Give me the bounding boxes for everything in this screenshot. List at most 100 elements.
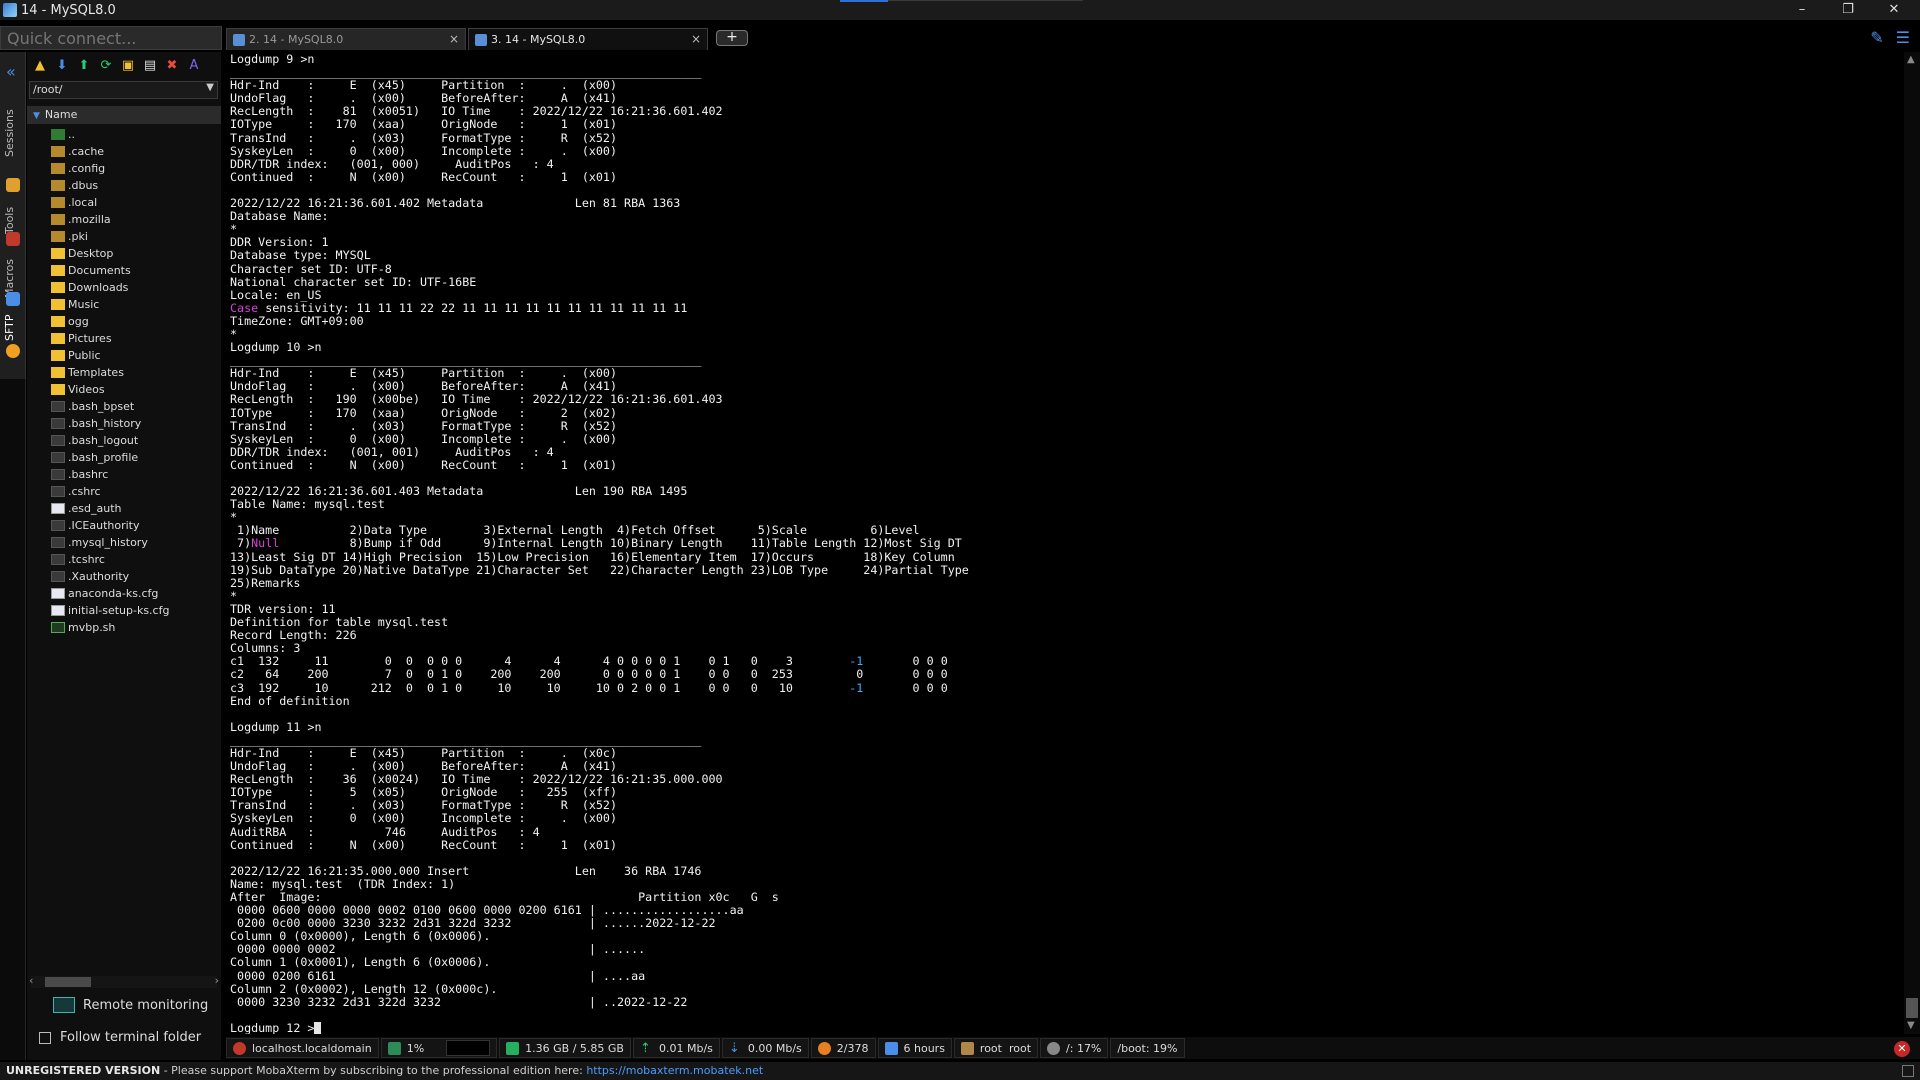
file-list-item[interactable]: .esd_auth (27, 500, 221, 517)
folder-icon (51, 333, 65, 344)
sessions-side-tab[interactable]: Sessions (3, 102, 23, 164)
file-list-item[interactable]: .pki (27, 228, 221, 245)
horizontal-scrollbar[interactable]: ‹ › (29, 974, 219, 988)
scroll-right-icon[interactable]: › (215, 974, 219, 987)
file-list-item[interactable]: .dbus (27, 177, 221, 194)
tab-label: 3. 14 - MySQL8.0 (491, 33, 586, 46)
macros-icon[interactable] (6, 292, 20, 306)
file-list-item[interactable]: .bash_bpset (27, 398, 221, 415)
paperclip-icon[interactable]: ✎ (1870, 28, 1883, 47)
tab-session-3[interactable]: 3. 14 - MySQL8.0 × (468, 28, 708, 50)
file-list-item[interactable]: .config (27, 160, 221, 177)
chevron-down-icon[interactable]: ▼ (206, 82, 214, 93)
terminal-area[interactable]: Logdump 9 >n ____________________________… (226, 52, 1904, 1034)
upload-icon[interactable]: ⬆ (75, 56, 93, 74)
file-list-item[interactable]: .bash_history (27, 415, 221, 432)
file-list-item[interactable]: .local (27, 194, 221, 211)
file-list-item[interactable]: .bash_profile (27, 449, 221, 466)
file-list-item[interactable]: ogg (27, 313, 221, 330)
terminal-line: National character set ID: UTF-16BE (230, 274, 477, 289)
file-list-item[interactable]: .cshrc (27, 483, 221, 500)
name-column-header: Name (44, 108, 78, 121)
file-list-item[interactable]: Templates (27, 364, 221, 381)
file-list-item[interactable]: .bashrc (27, 466, 221, 483)
sftp-side-tab[interactable]: SFTP (3, 310, 23, 346)
new-folder-icon[interactable]: ▣ (119, 56, 137, 74)
file-list-header[interactable]: ▼ Name (27, 106, 221, 124)
side-tab-strip: « Sessions Tools Macros SFTP (0, 52, 26, 379)
refresh-icon[interactable]: ⟳ (97, 56, 115, 74)
remote-monitoring-button[interactable]: Remote monitoring (53, 997, 208, 1013)
tools-icon[interactable] (6, 232, 20, 246)
tab-close-icon[interactable]: × (691, 32, 701, 46)
menu-icon[interactable]: ☰ (1896, 28, 1910, 47)
terminal-scrollbar[interactable]: ▲ ▼ (1904, 52, 1920, 1034)
scroll-up-icon[interactable]: ▲ (1907, 54, 1915, 65)
terminal-line: IOType : 170 (xaa) OrigNode : 1 (x01) (230, 117, 618, 132)
file-list-item[interactable]: Music (27, 296, 221, 313)
terminal-line: c3 192 10 212 0 0 1 0 10 10 10 0 2 0 0 1… (230, 680, 948, 695)
file-list-item[interactable]: Documents (27, 262, 221, 279)
follow-terminal-folder-label: Follow terminal folder (60, 1030, 202, 1045)
terminal-line: Case sensitivity: 11 11 11 22 22 11 11 1… (230, 300, 688, 315)
quick-connect-input[interactable] (0, 26, 222, 50)
sftp-icon[interactable] (6, 344, 20, 358)
sftp-toolbar: ▲ ⬇ ⬆ ⟳ ▣ ▤ ✖ A (27, 56, 221, 76)
scrollbar-thumb[interactable] (45, 977, 91, 987)
file-list-item[interactable]: Public (27, 347, 221, 364)
file-list-item[interactable]: initial-setup-ks.cfg (27, 602, 221, 619)
file-list-item[interactable]: .Xauthority (27, 568, 221, 585)
file-list-item[interactable]: .cache (27, 143, 221, 160)
file-list-item[interactable]: anaconda-ks.cfg (27, 585, 221, 602)
connections-icon (817, 1041, 831, 1055)
close-session-icon[interactable]: ✕ (1894, 1041, 1910, 1057)
file-list-item[interactable]: .ICEauthority (27, 517, 221, 534)
terminal-line: * (230, 222, 238, 237)
footer-corner-icon[interactable] (1902, 1065, 1914, 1077)
file-list-item[interactable]: .mysql_history (27, 534, 221, 551)
rename-icon[interactable]: A (185, 56, 203, 74)
close-window-button[interactable]: ✕ (1872, 0, 1916, 20)
scroll-left-icon[interactable]: ‹ (29, 974, 33, 987)
terminal-line: IOType : 170 (xaa) OrigNode : 2 (x02) (230, 405, 618, 420)
new-tab-button[interactable]: + (716, 30, 748, 46)
cpu-graph (446, 1040, 491, 1056)
scroll-down-icon[interactable]: ▼ (1907, 1020, 1915, 1031)
maximize-button[interactable]: ❐ (1826, 0, 1870, 20)
file-list-item[interactable]: mvbp.sh (27, 619, 221, 636)
file-list-item[interactable]: .bash_logout (27, 432, 221, 449)
file-name: .bashrc (68, 468, 109, 481)
terminal-line: Continued : N (x00) RecCount : 1 (x01) (230, 169, 618, 184)
delete-icon[interactable]: ✖ (163, 56, 181, 74)
new-file-icon[interactable]: ▤ (141, 56, 159, 74)
terminal-scrollbar-thumb[interactable] (1906, 998, 1918, 1018)
file-name: anaconda-ks.cfg (68, 587, 159, 600)
collapse-sidebar-icon[interactable]: « (6, 62, 16, 81)
file-list-item[interactable]: Desktop (27, 245, 221, 262)
mobaxterm-link[interactable]: https://mobaxterm.mobatek.net (586, 1064, 763, 1077)
file-list-item[interactable]: .mozilla (27, 211, 221, 228)
star-icon[interactable] (6, 178, 20, 192)
folder-icon (51, 231, 65, 242)
file-list-item[interactable]: Pictures (27, 330, 221, 347)
window-title: 14 - MySQL8.0 (21, 2, 116, 18)
sftp-path-field[interactable]: /root/ ▼ (29, 81, 218, 99)
tab-session-2[interactable]: 2. 14 - MySQL8.0 × (226, 28, 466, 50)
file-name: Desktop (68, 247, 114, 260)
follow-terminal-folder-checkbox[interactable]: Follow terminal folder (39, 1030, 201, 1045)
tab-close-icon[interactable]: × (449, 32, 459, 46)
file-name: .bash_profile (68, 451, 139, 464)
file-list-item[interactable]: Downloads (27, 279, 221, 296)
folder-icon (51, 197, 65, 208)
status-host: localhost.localdomain (226, 1038, 379, 1058)
download-icon[interactable]: ⬇ (53, 56, 71, 74)
terminal-line: 2022/12/22 16:21:36.601.402 Metadata Len… (230, 196, 681, 211)
minimize-button[interactable]: – (1780, 0, 1824, 20)
file-list-item[interactable]: Videos (27, 381, 221, 398)
file-name: .cshrc (68, 485, 101, 498)
terminal-line: 19)Sub DataType 20)Native DataType 21)Ch… (230, 562, 969, 577)
checkbox-box[interactable] (39, 1031, 51, 1044)
parent-folder-icon[interactable]: ▲ (31, 56, 49, 74)
file-list-item[interactable]: .tcshrc (27, 551, 221, 568)
file-list-item[interactable]: .. (27, 126, 221, 143)
